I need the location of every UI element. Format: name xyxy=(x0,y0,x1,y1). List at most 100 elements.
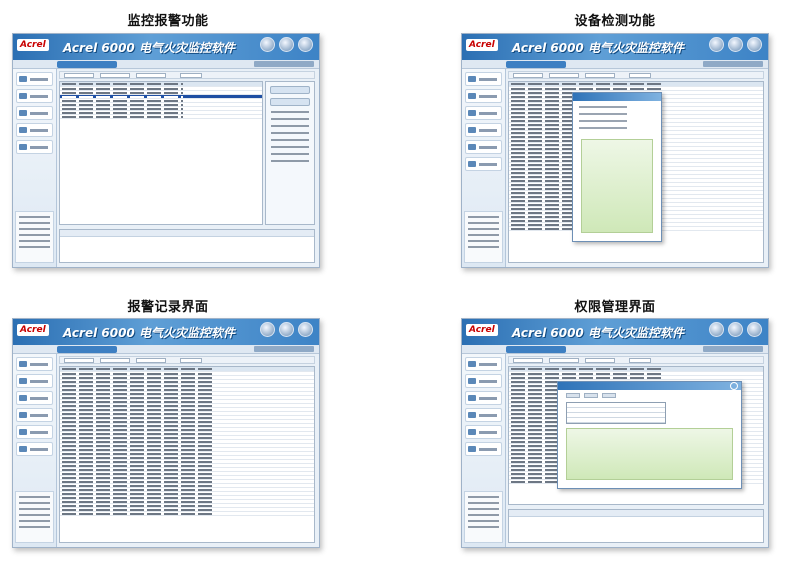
dialog-title-bar xyxy=(573,93,661,101)
sidebar-item[interactable] xyxy=(465,157,502,171)
sidebar xyxy=(462,354,506,547)
alarm-table xyxy=(59,81,263,225)
sidebar-item[interactable] xyxy=(465,425,502,439)
tab-bar xyxy=(462,60,768,69)
filter-select[interactable] xyxy=(585,358,615,363)
sidebar-item[interactable] xyxy=(465,374,502,388)
sidebar-item[interactable] xyxy=(465,123,502,137)
screenshot-permission-management: Acrel Acrel 6000 电气火灾监控软件 xyxy=(461,318,769,548)
settings-icon[interactable] xyxy=(728,37,743,52)
app-header: Acrel Acrel 6000 电气火灾监控软件 xyxy=(462,319,768,345)
sidebar-item[interactable] xyxy=(465,106,502,120)
filter-select[interactable] xyxy=(100,358,130,363)
filter-select[interactable] xyxy=(136,358,166,363)
dialog-body xyxy=(573,106,661,129)
screenshot-device-check: Acrel Acrel 6000 电气火灾监控软件 xyxy=(461,33,769,268)
sidebar-item[interactable] xyxy=(16,408,53,422)
info-button[interactable] xyxy=(270,98,310,106)
active-tab[interactable] xyxy=(57,61,117,68)
filter-toolbar xyxy=(59,356,315,364)
clock-readout xyxy=(254,61,314,67)
header-icon-group xyxy=(260,37,313,52)
filter-select[interactable] xyxy=(513,358,543,363)
table-row[interactable] xyxy=(60,512,314,516)
panel-title-records: 报警记录界面 xyxy=(127,300,209,315)
settings-icon[interactable] xyxy=(728,322,743,337)
filter-select[interactable] xyxy=(549,358,579,363)
sidebar-item[interactable] xyxy=(465,89,502,103)
app-brand-title: Acrel 6000 电气火灾监控软件 xyxy=(512,326,684,340)
info-button[interactable] xyxy=(270,86,310,94)
header-icon-group xyxy=(709,322,762,337)
sidebar-item[interactable] xyxy=(16,374,53,388)
dialog-tab[interactable] xyxy=(602,393,616,398)
panel-title-monitor: 监控报警功能 xyxy=(127,14,209,29)
exit-icon[interactable] xyxy=(747,322,762,337)
filter-toolbar xyxy=(59,71,315,79)
sidebar-status-panel xyxy=(464,491,503,543)
app-brand-title: Acrel 6000 电气火灾监控软件 xyxy=(63,326,235,340)
settings-icon[interactable] xyxy=(279,322,294,337)
sidebar-item[interactable] xyxy=(16,391,53,405)
dialog-tab[interactable] xyxy=(584,393,598,398)
exit-icon[interactable] xyxy=(298,37,313,52)
close-icon[interactable] xyxy=(730,382,738,390)
sidebar-item[interactable] xyxy=(465,140,502,154)
exit-icon[interactable] xyxy=(298,322,313,337)
active-tab[interactable] xyxy=(506,346,566,353)
dialog-tab[interactable] xyxy=(566,393,580,398)
acrel-logo: Acrel xyxy=(17,39,49,51)
active-tab[interactable] xyxy=(506,61,566,68)
settings-icon[interactable] xyxy=(279,37,294,52)
sidebar-item[interactable] xyxy=(16,425,53,439)
filter-select[interactable] xyxy=(549,73,579,78)
filter-select[interactable] xyxy=(64,358,94,363)
sidebar-item[interactable] xyxy=(465,357,502,371)
help-icon[interactable] xyxy=(709,37,724,52)
active-tab[interactable] xyxy=(57,346,117,353)
sidebar-item[interactable] xyxy=(16,140,53,154)
filter-select[interactable] xyxy=(585,73,615,78)
panel-title-rights: 权限管理界面 xyxy=(574,300,656,315)
query-button[interactable] xyxy=(180,358,202,363)
acrel-logo: Acrel xyxy=(17,324,49,336)
query-button[interactable] xyxy=(629,73,651,78)
event-log-tabs[interactable] xyxy=(509,510,763,517)
clock-readout xyxy=(703,346,763,352)
sidebar-item[interactable] xyxy=(465,408,502,422)
filter-select[interactable] xyxy=(513,73,543,78)
filter-select[interactable] xyxy=(136,73,166,78)
clock-readout xyxy=(703,61,763,67)
sidebar-item[interactable] xyxy=(465,442,502,456)
dialog-title-bar xyxy=(558,382,741,390)
screenshot-monitor-alarm: Acrel Acrel 6000 电气火灾监控软件 xyxy=(12,33,320,268)
exit-icon[interactable] xyxy=(747,37,762,52)
query-button[interactable] xyxy=(629,358,651,363)
user-list-table[interactable] xyxy=(566,402,666,424)
filter-select[interactable] xyxy=(100,73,130,78)
sidebar xyxy=(462,69,506,267)
app-header: Acrel Acrel 6000 电气火灾监控软件 xyxy=(462,34,768,60)
sidebar-status-panel xyxy=(15,211,54,263)
acrel-logo: Acrel xyxy=(466,39,498,51)
sidebar-item[interactable] xyxy=(16,89,53,103)
app-brand-title: Acrel 6000 电气火灾监控软件 xyxy=(512,41,684,55)
help-icon[interactable] xyxy=(260,322,275,337)
event-log-tabs[interactable] xyxy=(60,230,314,237)
sidebar-item[interactable] xyxy=(16,357,53,371)
help-icon[interactable] xyxy=(260,37,275,52)
sidebar-item[interactable] xyxy=(16,72,53,86)
dialog-content-area xyxy=(566,428,733,480)
sidebar-item[interactable] xyxy=(16,442,53,456)
sidebar-item[interactable] xyxy=(16,106,53,120)
query-button[interactable] xyxy=(180,73,202,78)
sidebar-status-panel xyxy=(464,211,503,263)
table-row[interactable] xyxy=(60,115,262,119)
app-header: Acrel Acrel 6000 电气火灾监控软件 xyxy=(13,34,319,60)
event-log-panel xyxy=(59,229,315,263)
sidebar-item[interactable] xyxy=(465,72,502,86)
help-icon[interactable] xyxy=(709,322,724,337)
sidebar-item[interactable] xyxy=(16,123,53,137)
sidebar-item[interactable] xyxy=(465,391,502,405)
filter-select[interactable] xyxy=(64,73,94,78)
